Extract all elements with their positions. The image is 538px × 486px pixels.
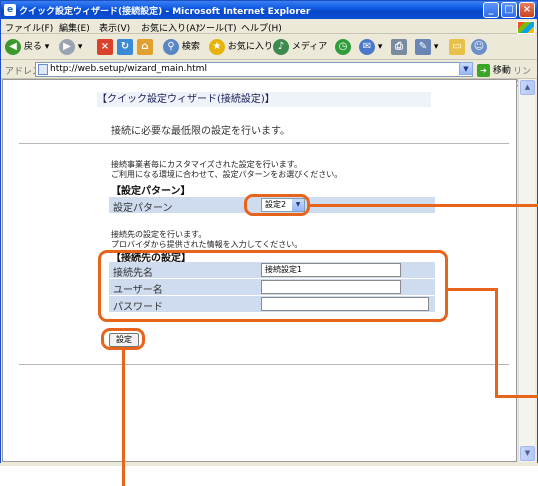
callout-line-connection-v <box>495 288 498 398</box>
menu-tools[interactable]: ツール(T) <box>197 21 237 34</box>
scroll-up-icon[interactable]: ▲ <box>520 80 535 95</box>
address-dropdown-icon[interactable]: ▼ <box>459 62 473 75</box>
stop-button[interactable]: × <box>97 38 113 56</box>
ie-app-icon: e <box>4 4 16 16</box>
refresh-icon: ↻ <box>117 38 133 55</box>
address-url: http://web.setup/wizard_main.html <box>50 64 207 74</box>
pattern-desc-1: 接続事業者毎にカスタマイズされた設定を行います。 <box>111 160 302 169</box>
forward-arrow-icon: ▶ <box>59 38 75 55</box>
address-bar: アドレス(D) http://web.setup/wizard_main.htm… <box>1 61 537 90</box>
callout-ring-connection <box>98 250 448 322</box>
go-arrow-icon: ➔ <box>477 64 490 77</box>
media-icon: ♪ <box>273 38 289 55</box>
menu-favorites[interactable]: お気に入り(A) <box>141 21 199 34</box>
folder-button[interactable]: ▭ <box>449 38 465 56</box>
conn-desc-1: 接続先の設定を行います。 <box>111 230 207 239</box>
page-title: 【クイック設定ウィザード(接続設定)】 <box>97 92 431 107</box>
pattern-desc-2: ご利用になる環境に合わせて、設定パターンをお選びください。 <box>111 170 343 179</box>
search-icon: ⚲ <box>163 38 179 55</box>
folder-icon: ▭ <box>449 38 465 55</box>
home-button[interactable]: ⌂ <box>137 38 153 56</box>
favorites-label: お気に入り <box>227 42 273 52</box>
callout-ring-submit <box>101 328 145 350</box>
status-bar <box>0 463 538 466</box>
edit-button[interactable]: ✎ ▾ <box>415 38 438 56</box>
history-button[interactable]: ◷ <box>335 38 351 56</box>
messenger-icon: ☺ <box>471 38 487 55</box>
mail-button[interactable]: ✉ ▾ <box>359 38 382 56</box>
back-button[interactable]: ◀ 戻る ▾ <box>5 38 49 56</box>
print-icon: ⎙ <box>391 38 407 55</box>
favorites-button[interactable]: ★ お気に入り <box>209 38 273 56</box>
page-icon <box>38 64 48 75</box>
callout-line-submit <box>122 350 125 486</box>
print-button[interactable]: ⎙ <box>391 38 407 56</box>
callout-ring-pattern <box>244 194 310 216</box>
toolbar: ◀ 戻る ▾ ▶ ▾ × ↻ ⌂ ⚲ 検索 ★ お気に入り ♪ メディア ◷ ✉… <box>1 34 537 60</box>
close-button[interactable]: × <box>519 2 535 18</box>
history-icon: ◷ <box>335 38 351 55</box>
divider <box>19 143 509 144</box>
menu-file[interactable]: ファイル(F) <box>5 21 53 34</box>
stop-icon: × <box>97 38 113 55</box>
menu-bar: ファイル(F) 編集(E) 表示(V) お気に入り(A) ツール(T) ヘルプ(… <box>1 19 537 34</box>
go-button[interactable]: ➔ 移動 <box>477 63 511 77</box>
menu-view[interactable]: 表示(V) <box>99 21 130 34</box>
forward-button[interactable]: ▶ ▾ <box>59 38 82 56</box>
edit-page-icon: ✎ <box>415 38 431 55</box>
mail-icon: ✉ <box>359 38 375 55</box>
back-arrow-icon: ◀ <box>5 38 21 55</box>
title-bar: e クイック設定ウィザード(接続設定) - Microsoft Internet… <box>1 1 537 19</box>
media-label: メディア <box>291 42 328 52</box>
back-label: 戻る <box>23 42 42 52</box>
address-input[interactable]: http://web.setup/wizard_main.html <box>35 62 473 77</box>
go-label: 移動 <box>492 66 511 76</box>
vertical-scrollbar[interactable]: ▲ ▼ <box>518 79 535 462</box>
search-label: 検索 <box>181 42 200 52</box>
media-button[interactable]: ♪ メディア <box>273 38 327 56</box>
menu-help[interactable]: ヘルプ(H) <box>241 21 282 34</box>
menu-edit[interactable]: 編集(E) <box>59 21 90 34</box>
pattern-label: 設定パターン <box>113 203 173 214</box>
search-button[interactable]: ⚲ 検索 <box>163 38 200 56</box>
callout-line-connection-h2 <box>495 395 538 398</box>
minimize-button[interactable]: _ <box>483 2 499 18</box>
maximize-button[interactable]: □ <box>501 2 517 18</box>
messenger-button[interactable]: ☺ <box>471 38 487 56</box>
page-intro: 接続に必要な最低限の設定を行います。 <box>111 126 290 137</box>
scroll-down-icon[interactable]: ▼ <box>520 446 535 461</box>
star-icon: ★ <box>209 38 225 55</box>
pattern-section-title: 【設定パターン】 <box>111 186 191 197</box>
window-title: クイック設定ウィザード(接続設定) - Microsoft Internet E… <box>19 7 311 17</box>
home-icon: ⌂ <box>137 38 153 55</box>
windows-logo-icon <box>517 21 535 34</box>
refresh-button[interactable]: ↻ <box>117 38 133 56</box>
callout-line-pattern <box>310 204 538 207</box>
callout-line-connection-h1 <box>448 288 498 291</box>
divider <box>19 364 509 365</box>
